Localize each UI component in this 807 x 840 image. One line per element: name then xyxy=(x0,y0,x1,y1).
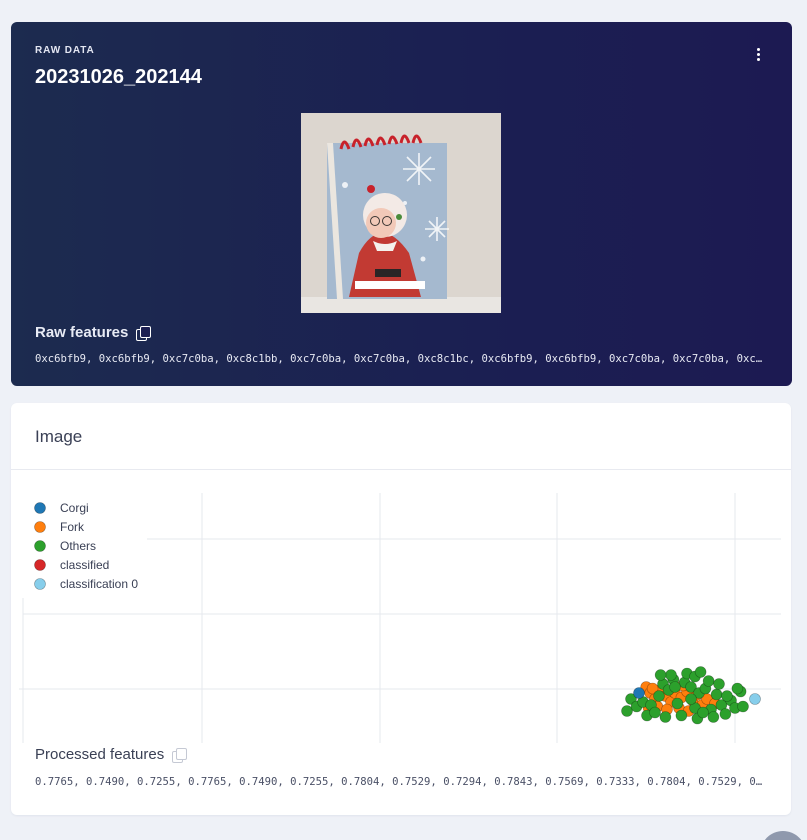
copy-raw-features-icon[interactable] xyxy=(136,325,152,341)
processed-features-label: Processed features xyxy=(35,746,165,763)
legend-label: classified xyxy=(60,558,109,572)
legend-marker xyxy=(34,578,46,590)
scroll-to-top-button[interactable] xyxy=(760,831,806,840)
scatter-point-others xyxy=(653,690,665,702)
legend-marker xyxy=(34,521,46,533)
raw-data-card: RAW DATA 20231026_202144 Raw features 0x… xyxy=(11,22,792,386)
legend-label: Corgi xyxy=(60,501,89,515)
scatter-point-others xyxy=(697,706,709,719)
sample-image-art xyxy=(301,113,501,313)
kebab-dot xyxy=(756,47,760,51)
scatter-point-others xyxy=(665,669,677,681)
processed-features-heading: Processed features xyxy=(35,746,188,763)
image-card-divider xyxy=(11,469,791,470)
scatter-point-others xyxy=(702,675,715,687)
legend-label: Others xyxy=(60,539,96,553)
raw-data-eyebrow: RAW DATA xyxy=(35,45,95,56)
legend-marker xyxy=(34,559,46,571)
raw-features-values: 0xc6bfb9, 0xc6bfb9, 0xc7c0ba, 0xc8c1bb, … xyxy=(35,353,767,365)
scatter-point-others xyxy=(671,697,684,710)
legend-marker xyxy=(34,540,46,552)
scatter-plot: Corgi Fork Others classified classification … xyxy=(19,493,781,743)
kebab-dot xyxy=(756,57,760,61)
scatter-point-others xyxy=(721,690,733,702)
raw-features-label: Raw features xyxy=(35,324,129,341)
scatter-point-others xyxy=(719,708,732,720)
scatter-point-others xyxy=(654,669,667,681)
legend-label: Fork xyxy=(60,520,85,534)
scatter-point-others xyxy=(669,681,681,693)
scatter-point-classification-0 xyxy=(749,693,761,705)
image-card: Image Corgi Fork Others classified classific… xyxy=(11,403,791,815)
scatter-point-others xyxy=(713,678,725,690)
processed-features-values: 0.7765, 0.7490, 0.7255, 0.7765, 0.7490, … xyxy=(35,776,767,788)
scatter-point-corgi xyxy=(633,687,645,699)
scatter-point-others xyxy=(707,711,720,723)
scatter-point-others xyxy=(685,693,697,705)
legend-label: classification 0 xyxy=(60,577,138,591)
kebab-menu-icon[interactable] xyxy=(751,46,765,62)
scatter-point-others xyxy=(659,711,672,723)
copy-processed-features-icon[interactable] xyxy=(172,747,188,763)
scatter-point-others xyxy=(649,706,661,719)
scatter-point-others xyxy=(694,666,707,678)
image-card-title: Image xyxy=(35,427,83,446)
scatter-point-others xyxy=(710,688,723,701)
sample-image xyxy=(301,113,501,313)
sample-title: 20231026_202144 xyxy=(35,66,202,88)
kebab-dot xyxy=(756,52,760,56)
raw-features-heading: Raw features xyxy=(35,324,152,341)
scatter-point-others xyxy=(731,682,744,695)
scatter-point-others xyxy=(675,709,688,722)
legend-marker xyxy=(34,502,46,514)
scatter-point-others xyxy=(737,700,749,713)
